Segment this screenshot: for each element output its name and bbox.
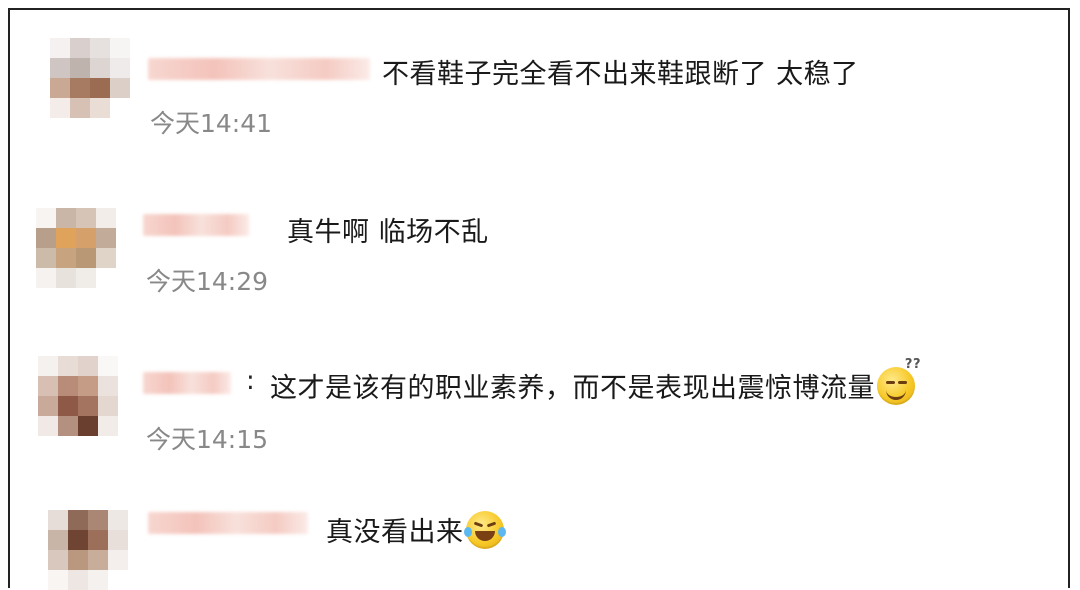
comment-text-content: 这才是该有的职业素养，而不是表现出震惊博流量 (270, 373, 875, 404)
comment-text: 真没看出来 (326, 510, 506, 549)
comment-time: 今天14:15 (146, 425, 269, 454)
username-blurred[interactable] (148, 512, 308, 534)
avatar[interactable] (36, 208, 116, 288)
username-blurred[interactable] (143, 372, 231, 394)
comment-text-content: 真没看出来 (326, 517, 464, 548)
avatar[interactable] (48, 510, 128, 590)
avatar[interactable] (38, 356, 118, 436)
laugh-tears-emoji (463, 511, 506, 549)
comment-item: 真没看出来 (0, 0, 1080, 590)
username-blurred[interactable] (143, 214, 249, 236)
comment-text: 真牛啊 临场不乱 (287, 217, 489, 248)
smirk-question-emoji: ?? (877, 357, 920, 405)
separator: : (246, 366, 255, 396)
comment-text: 这才是该有的职业素养，而不是表现出震惊博流量?? (270, 357, 920, 405)
comment-time: 今天14:29 (146, 267, 269, 296)
